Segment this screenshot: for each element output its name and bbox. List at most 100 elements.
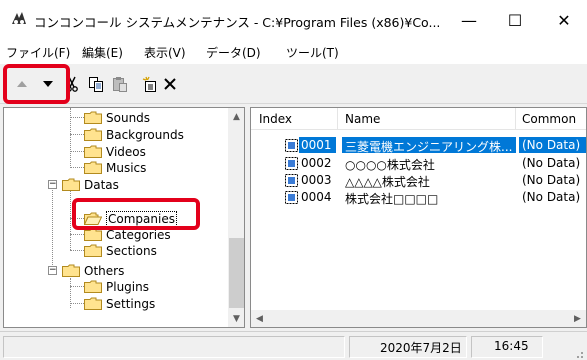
scroll-thumb[interactable] bbox=[229, 238, 244, 308]
maximize-button[interactable]: ☐ bbox=[492, 0, 538, 40]
scroll-right-arrow-icon[interactable]: ▶ bbox=[569, 310, 586, 327]
app-icon bbox=[12, 12, 26, 24]
folder-icon bbox=[84, 280, 102, 293]
record-icon bbox=[285, 157, 298, 170]
status-date: 2020年7月2日 bbox=[380, 341, 462, 355]
column-divider[interactable] bbox=[337, 108, 338, 130]
highlight-arrow-buttons bbox=[3, 64, 70, 104]
folder-icon bbox=[62, 264, 80, 277]
toolbar bbox=[0, 64, 587, 104]
resize-grip-icon[interactable] bbox=[572, 347, 584, 359]
folder-icon bbox=[84, 161, 102, 174]
delete-icon bbox=[164, 78, 176, 90]
cell-name: ○○○○株式会社 bbox=[345, 158, 435, 172]
table-row[interactable]: 0004 株式会社□□□□ (No Data) bbox=[251, 189, 586, 206]
column-header-common[interactable]: Common bbox=[522, 112, 576, 126]
close-button[interactable]: ✕ bbox=[541, 0, 587, 40]
cell-name: 三菱電機エンジニアリング株... bbox=[345, 140, 513, 154]
table-row[interactable]: 0002 ○○○○株式会社 (No Data) bbox=[251, 155, 586, 172]
folder-icon bbox=[84, 145, 102, 158]
cell-index: 0002 bbox=[301, 156, 332, 170]
highlight-companies bbox=[72, 198, 200, 230]
collapse-datas-toggle[interactable]: − bbox=[48, 180, 57, 189]
menu-edit[interactable]: 編集(E) bbox=[82, 44, 123, 61]
records-list[interactable]: Index Name Common 0001 三菱電機エンジニアリング株... … bbox=[250, 107, 587, 328]
tree-item-others[interactable]: Others bbox=[62, 262, 124, 279]
copy-icon bbox=[89, 77, 103, 92]
tree-item-label: Backgrounds bbox=[106, 127, 184, 142]
tree-item-label: Settings bbox=[106, 296, 156, 311]
list-horizontal-scrollbar[interactable]: ◀ ▶ bbox=[251, 310, 586, 327]
folder-icon bbox=[62, 178, 80, 191]
folder-icon bbox=[84, 111, 102, 124]
close-icon: ✕ bbox=[557, 10, 571, 30]
status-time: 16:45 bbox=[494, 339, 529, 353]
table-row[interactable]: 0003 △△△△株式会社 (No Data) bbox=[251, 172, 586, 189]
menu-view[interactable]: 表示(V) bbox=[144, 44, 186, 61]
copy-button[interactable] bbox=[86, 74, 106, 94]
cell-index: 0001 bbox=[301, 138, 332, 152]
cell-common: (No Data) bbox=[522, 190, 581, 204]
column-header-name[interactable]: Name bbox=[345, 112, 380, 126]
tree-item-label: Others bbox=[84, 263, 125, 278]
folder-icon bbox=[84, 128, 102, 141]
menu-bar: ファイル(F) 編集(E) 表示(V) データ(D) ツール(T) bbox=[0, 40, 587, 64]
paste-button[interactable] bbox=[110, 74, 130, 94]
column-divider[interactable] bbox=[515, 108, 516, 130]
minimize-icon: — bbox=[461, 10, 477, 30]
cell-index: 0004 bbox=[301, 190, 332, 204]
tree-item[interactable]: Sections bbox=[84, 242, 157, 259]
cell-common: (No Data) bbox=[522, 156, 581, 170]
menu-tools[interactable]: ツール(T) bbox=[286, 44, 339, 61]
folder-icon bbox=[84, 244, 102, 257]
tree-vertical-scrollbar[interactable]: ▲ ▼ bbox=[228, 108, 244, 327]
menu-file[interactable]: ファイル(F) bbox=[6, 44, 70, 61]
tree-item-label: Sounds bbox=[106, 110, 151, 125]
minimize-button[interactable]: — bbox=[446, 0, 492, 40]
tree-connector bbox=[52, 184, 53, 271]
cell-name: △△△△株式会社 bbox=[345, 175, 430, 189]
tree-item-label: Videos bbox=[106, 144, 146, 159]
tree-item[interactable]: Sounds bbox=[84, 109, 150, 126]
tree-item[interactable]: Plugins bbox=[84, 278, 149, 295]
cell-name: 株式会社□□□□ bbox=[345, 192, 439, 206]
cell-index: 0003 bbox=[301, 173, 332, 187]
cell-common: (No Data) bbox=[522, 138, 581, 152]
tree-item-label: Sections bbox=[106, 243, 157, 258]
scroll-left-arrow-icon[interactable]: ◀ bbox=[251, 310, 268, 327]
folder-icon bbox=[84, 297, 102, 310]
tree-item[interactable]: Musics bbox=[84, 159, 146, 176]
column-header-index[interactable]: Index bbox=[259, 112, 292, 126]
tree-item-datas[interactable]: Datas bbox=[62, 176, 119, 193]
paste-icon bbox=[113, 77, 127, 92]
scroll-up-arrow-icon[interactable]: ▲ bbox=[228, 108, 244, 125]
maximize-icon: ☐ bbox=[507, 10, 523, 30]
tree-item-label: Datas bbox=[84, 177, 119, 192]
record-icon bbox=[285, 139, 298, 152]
tree-connector bbox=[70, 151, 84, 152]
menu-data[interactable]: データ(D) bbox=[206, 44, 261, 61]
new-item-button[interactable] bbox=[140, 74, 160, 94]
tree-item-label: Musics bbox=[106, 160, 147, 175]
tree-connector bbox=[70, 303, 84, 304]
collapse-others-toggle[interactable]: − bbox=[48, 266, 57, 275]
table-row[interactable]: 0001 三菱電機エンジニアリング株... (No Data) bbox=[251, 137, 586, 154]
tree-item-label: Plugins bbox=[106, 279, 149, 294]
title-bar: コンコンコール システムメンテナンス - C:¥Program Files (x… bbox=[0, 0, 587, 40]
cell-common: (No Data) bbox=[522, 173, 581, 187]
record-icon bbox=[285, 191, 298, 204]
tree-connector bbox=[70, 286, 84, 287]
tree-item[interactable]: Videos bbox=[84, 143, 146, 160]
list-header: Index Name Common bbox=[251, 108, 586, 130]
new-item-icon bbox=[142, 76, 156, 92]
delete-button[interactable] bbox=[160, 74, 180, 94]
tree-connector bbox=[70, 117, 84, 118]
record-icon bbox=[285, 174, 298, 187]
tree-connector bbox=[70, 250, 84, 251]
tree-item[interactable]: Settings bbox=[84, 295, 155, 312]
scroll-down-arrow-icon[interactable]: ▼ bbox=[228, 310, 244, 327]
status-bar: 2020年7月2日 16:45 bbox=[0, 331, 587, 360]
tree-connector bbox=[70, 134, 84, 135]
status-panel-message bbox=[3, 336, 345, 358]
tree-item[interactable]: Backgrounds bbox=[84, 126, 184, 143]
